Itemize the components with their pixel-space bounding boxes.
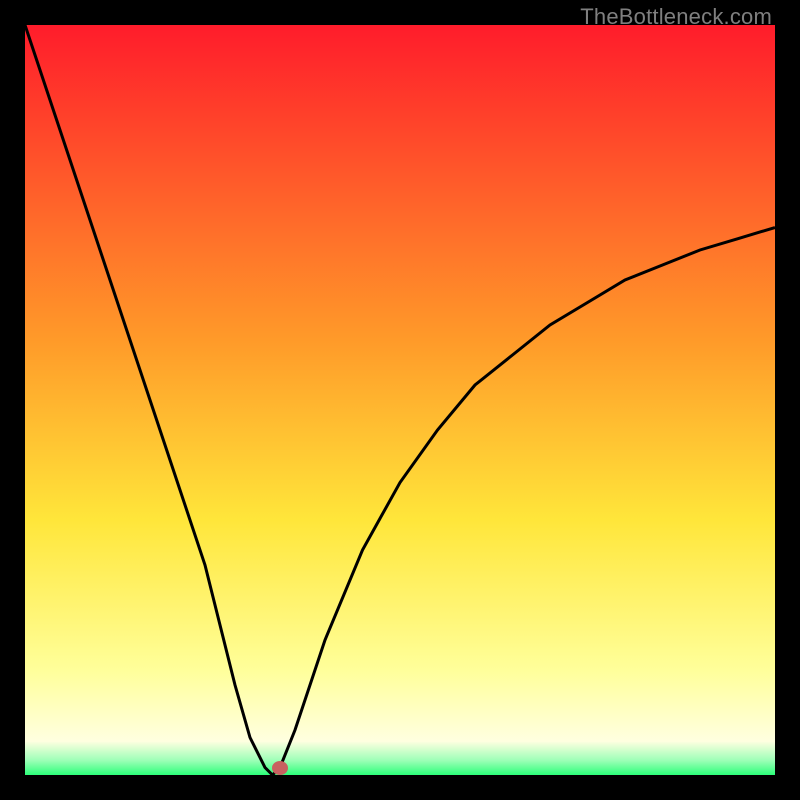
curve-layer: [25, 25, 775, 775]
plot-area: [25, 25, 775, 775]
bottleneck-curve: [25, 25, 775, 775]
chart-frame: TheBottleneck.com: [0, 0, 800, 800]
optimum-marker: [272, 761, 288, 775]
watermark-text: TheBottleneck.com: [580, 4, 772, 30]
